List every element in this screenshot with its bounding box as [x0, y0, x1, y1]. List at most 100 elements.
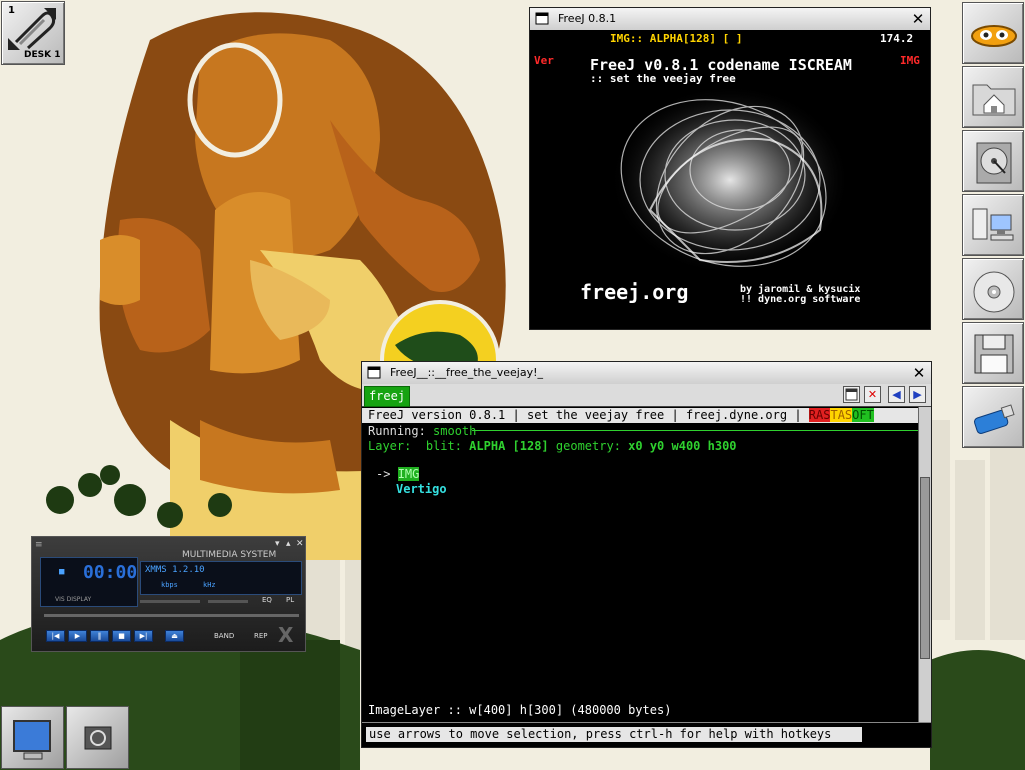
- eq-toggle[interactable]: EQ: [262, 596, 272, 604]
- track-display[interactable]: XMMS 1.2.10 kbps kHz: [140, 561, 302, 595]
- header-slogan: set the veejay free: [526, 408, 665, 422]
- helmet-app-icon[interactable]: [66, 706, 129, 769]
- scrollbar[interactable]: [918, 407, 931, 723]
- rep-button[interactable]: REP: [254, 632, 268, 640]
- shade-icon[interactable]: ▴: [286, 539, 291, 549]
- band-button[interactable]: BAND: [214, 632, 234, 640]
- minimize-icon[interactable]: ▾: [275, 539, 280, 549]
- next-tab-icon[interactable]: ▶: [909, 386, 926, 403]
- osd-img-tag: IMG: [900, 54, 920, 67]
- rasta-red: RAS: [808, 408, 831, 422]
- vis-label: VIS DISPLAY: [55, 596, 92, 603]
- pause-icon[interactable]: ‖: [90, 630, 109, 642]
- osd-subline: :: set the veejay free: [590, 72, 736, 85]
- helmet-icon: [84, 726, 112, 750]
- tab-freej[interactable]: freej: [364, 386, 410, 407]
- new-tab-icon[interactable]: [843, 386, 860, 403]
- network-computers-icon: [972, 208, 1014, 241]
- layer-img[interactable]: IMG: [397, 467, 420, 481]
- dock-item-usb[interactable]: [962, 386, 1024, 448]
- freej-console-window: FreeJ__::__free_the_veejay!_ ✕ freej ✕ ◀…: [361, 361, 932, 748]
- next-icon[interactable]: ▶|: [134, 630, 153, 642]
- previous-icon[interactable]: |◀: [46, 630, 65, 642]
- layer-line: Layer: blit: ALPHA [128] geometry: x0 y0…: [368, 439, 737, 453]
- desk-pager[interactable]: 1 DESK 1: [1, 1, 65, 65]
- terminal-area[interactable]: FreeJ version 0.8.1 | set the veejay fre…: [362, 407, 919, 723]
- home-folder-icon: [972, 84, 1016, 116]
- xmms-title[interactable]: MULTIMEDIA SYSTEM: [182, 550, 276, 560]
- dock-item-gnustep[interactable]: [962, 2, 1024, 64]
- dock-item-cdrom[interactable]: [962, 258, 1024, 320]
- video-output: IMG:: ALPHA[128] [ ] 174.2 Ver IMG FreeJ…: [530, 30, 930, 329]
- close-icon[interactable]: ✕: [910, 11, 926, 27]
- seek-bar[interactable]: [44, 614, 299, 617]
- layer-list-item[interactable]: -> IMG: [376, 467, 420, 481]
- console-window-title: FreeJ__::__free_the_veejay!_: [390, 366, 544, 379]
- dock-item-home[interactable]: [962, 66, 1024, 128]
- xmms-logo-icon: X: [278, 623, 294, 647]
- running-label: Running:: [368, 424, 426, 438]
- close-icon[interactable]: ✕: [296, 539, 304, 549]
- balance-slider[interactable]: [208, 600, 248, 603]
- header-version: FreeJ version 0.8.1: [368, 408, 506, 422]
- command-bar: use arrows to move selection, press ctrl…: [362, 722, 931, 747]
- running-underline: [472, 430, 919, 431]
- volume-slider[interactable]: [140, 600, 200, 603]
- geometry-value: x0 y0 w400 h300: [628, 439, 737, 453]
- vis-display[interactable]: ■ 00:00 VIS DISPLAY: [40, 557, 138, 607]
- bitrate-label: kbps: [161, 581, 178, 589]
- freej-video-window: FreeJ 0.8.1 ✕ IMG:: ALPHA[128] [] 174.2…: [529, 7, 931, 330]
- filter-list-item[interactable]: Vertigo: [396, 482, 447, 496]
- play-icon[interactable]: ▶: [68, 630, 87, 642]
- window-menu-icon[interactable]: [367, 366, 381, 379]
- blit-value: ALPHA [128]: [469, 439, 549, 453]
- rasta-yellow: TAS: [830, 408, 853, 422]
- close-tab-icon[interactable]: ✕: [864, 386, 881, 403]
- floppy-disk-icon: [974, 334, 1014, 374]
- console-header: FreeJ version 0.8.1 | set the veejay fre…: [362, 408, 919, 423]
- eject-icon[interactable]: ⏏: [165, 630, 184, 642]
- osd-fps: 174.2: [880, 32, 914, 45]
- osd-site: freej.org: [580, 280, 689, 304]
- osd-credits-2: !! dyne.org software: [740, 294, 861, 305]
- time-display[interactable]: 00:00: [83, 562, 137, 583]
- dock-item-floppy[interactable]: [962, 322, 1024, 384]
- hard-disk-icon: [976, 142, 1012, 184]
- xmms-player[interactable]: MULTIMEDIA SYSTEM ▾ ▴ ✕ ■ 00:00 VIS DISP…: [31, 536, 306, 652]
- previous-tab-icon[interactable]: ◀: [888, 386, 905, 403]
- desktop: 1 DESK 1 FreeJ 0.8.1 ✕ IMG:: ALPHA[128] …: [0, 0, 1025, 770]
- running-line: Running: smooth: [368, 424, 476, 438]
- scrollbar-thumb[interactable]: [920, 477, 930, 659]
- header-site: freej.dyne.org: [685, 408, 788, 422]
- gnustep-logo-icon: [971, 25, 1017, 47]
- close-icon[interactable]: ✕: [911, 365, 927, 381]
- dock-item-harddisk[interactable]: [962, 130, 1024, 192]
- terminal-app-icon[interactable]: [1, 706, 64, 769]
- command-input[interactable]: use arrows to move selection, press ctrl…: [366, 727, 861, 742]
- stop-icon[interactable]: ■: [112, 630, 131, 642]
- tab-bar: freej ✕ ◀ ▶: [362, 384, 931, 407]
- layer-label: Layer:: [368, 439, 412, 453]
- cdrom-icon: [973, 271, 1015, 313]
- blit-label: blit:: [425, 439, 462, 453]
- pl-toggle[interactable]: PL: [286, 596, 294, 604]
- osd-layer-info: IMG:: ALPHA[128] [ ]: [610, 32, 743, 45]
- usb-drive-icon: [973, 404, 1015, 434]
- rasta-green: OFT: [852, 408, 874, 422]
- window-menu-icon[interactable]: [535, 12, 549, 25]
- desk-label: DESK 1: [24, 50, 61, 60]
- filter-vertigo[interactable]: Vertigo: [396, 482, 447, 496]
- track-title: XMMS 1.2.10: [145, 565, 205, 575]
- console-window-titlebar[interactable]: FreeJ__::__free_the_veejay!_ ✕: [362, 362, 931, 385]
- geometry-label: geometry:: [555, 439, 621, 453]
- selection-arrow: ->: [376, 467, 391, 481]
- xmms-side-menu-icon[interactable]: ≡: [35, 540, 43, 550]
- text-cursor: [858, 727, 862, 742]
- paperclip-icon: [8, 8, 56, 50]
- video-window-titlebar[interactable]: FreeJ 0.8.1 ✕: [530, 8, 930, 31]
- play-indicator-icon: ■: [59, 567, 65, 577]
- status-line: ImageLayer :: w[400] h[300] (480000 byte…: [368, 703, 672, 717]
- dock-item-network[interactable]: [962, 194, 1024, 256]
- osd-ver-tag: Ver: [534, 54, 554, 67]
- monitor-icon: [13, 720, 51, 760]
